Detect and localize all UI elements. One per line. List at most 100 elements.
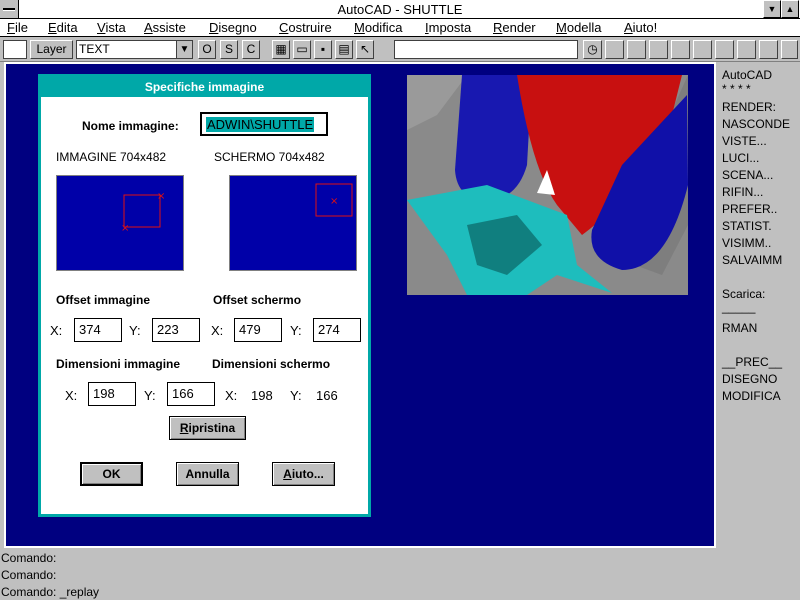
screen-offset-x-field[interactable]: 479 (234, 318, 282, 342)
side-item-nasconde[interactable]: NASCONDE (722, 117, 790, 131)
menu-disegno[interactable]: Disegno (209, 20, 257, 35)
menu-imposta-label: mposta (428, 20, 472, 35)
menu-costruire-label: ostruire (288, 20, 332, 35)
layer-dropdown[interactable]: TEXT ▼ (76, 40, 193, 59)
side-item-visimm[interactable]: VISIMM.. (722, 236, 771, 250)
screen-offset-x-label: X: (211, 323, 224, 338)
menu-aiuto[interactable]: Aiuto! (624, 20, 657, 35)
side-item-autocad[interactable]: AutoCAD (722, 68, 772, 82)
menu-edita[interactable]: Edita (48, 20, 78, 35)
minimize-button[interactable]: ▼ (763, 0, 781, 18)
menu-vista-label: ista (105, 20, 126, 35)
maximize-button[interactable]: ▲ (781, 0, 799, 18)
screen-size-label: Dimensioni schermo (212, 357, 331, 371)
image-size-y-field[interactable]: 166 (167, 382, 215, 406)
command-line-area[interactable]: Comando: Comando: Comando: _replay (0, 548, 800, 600)
side-item-statist[interactable]: STATIST. (722, 219, 772, 233)
toolbar: Layer TEXT ▼ O S C ▦ ▭ ▪ ▤ ↖ ◷ (0, 37, 800, 62)
reset-button[interactable]: Ripristina (169, 416, 246, 440)
side-item-scarica[interactable]: Scarica: (722, 287, 765, 301)
side-item-prec[interactable]: __PREC__ (722, 355, 782, 369)
image-preview[interactable]: × × (56, 175, 184, 271)
screen-preview[interactable]: × (229, 175, 357, 271)
toolbar-slot-7[interactable] (737, 40, 756, 59)
side-item-salvaimm[interactable]: SALVAIMM (722, 253, 782, 267)
menu-render[interactable]: Render (493, 20, 536, 35)
command-toolbar-field[interactable] (394, 40, 578, 59)
image-offset-y-field[interactable]: 223 (152, 318, 200, 342)
side-item-modifica[interactable]: MODIFICA (722, 389, 781, 403)
image-name-field[interactable]: ADWIN\SHUTTLE (200, 112, 328, 136)
clock-icon[interactable]: ◷ (583, 40, 602, 59)
side-item-scena[interactable]: SCENA... (722, 168, 773, 182)
toolbar-slot-4[interactable] (671, 40, 690, 59)
menu-assiste[interactable]: Assiste (144, 20, 186, 35)
menu-edita-accel: E (48, 20, 57, 35)
help-button[interactable]: Aiuto... (272, 462, 335, 486)
side-item-viste[interactable]: VISTE... (722, 134, 767, 148)
screen-preview-frame: × (315, 183, 353, 217)
menu-file[interactable]: File (7, 20, 28, 35)
dropdown-arrow-icon[interactable]: ▼ (176, 41, 192, 58)
grid-tool-icon[interactable]: ▦ (272, 40, 290, 59)
menu-modella-accel: M (556, 20, 567, 35)
menu-disegno-label: isegno (218, 20, 257, 35)
menu-imposta[interactable]: Imposta (425, 20, 471, 35)
side-item-render[interactable]: RENDER: (722, 100, 776, 114)
layer-button[interactable]: Layer (30, 40, 73, 59)
toolbar-slot-3[interactable] (649, 40, 668, 59)
rendered-image (407, 75, 688, 295)
toolbar-slot-1[interactable] (605, 40, 624, 59)
image-size-x-field[interactable]: 198 (88, 382, 136, 406)
menu-file-label: ile (14, 20, 28, 35)
ortho-toggle[interactable]: O (198, 40, 216, 59)
menu-modifica-accel: M (354, 20, 365, 35)
help-button-label: iuto... (291, 467, 324, 481)
dialog-title: Specifiche immagine (41, 77, 368, 97)
image-offset-y-label: Y: (129, 323, 141, 338)
print-icon[interactable]: ▤ (335, 40, 353, 59)
side-item-luci[interactable]: LUCI... (722, 151, 759, 165)
side-item-disegno[interactable]: DISEGNO (722, 372, 777, 386)
menu-assiste-accel: A (144, 20, 153, 35)
side-item-prefer[interactable]: PREFER.. (722, 202, 777, 216)
pointer-icon[interactable]: ↖ (356, 40, 374, 59)
toolbar-slot-9[interactable] (781, 40, 798, 59)
save-disk-icon[interactable]: ▪ (314, 40, 332, 59)
screen-offset-label: Offset schermo (213, 293, 302, 307)
menu-vista[interactable]: Vista (97, 20, 126, 35)
screen-size-x-label: X: (225, 388, 238, 403)
coords-toggle[interactable]: C (242, 40, 260, 59)
image-spec-dialog: Specifiche immagine Nome immagine: ADWIN… (38, 74, 371, 517)
side-item-rman[interactable]: RMAN (722, 321, 757, 335)
open-folder-icon[interactable]: ▭ (293, 40, 311, 59)
image-offset-x-field[interactable]: 374 (74, 318, 122, 342)
toolbar-slot-6[interactable] (715, 40, 734, 59)
corner-mark-icon: × (157, 191, 165, 202)
image-dims-label: IMMAGINE 704x482 (56, 150, 167, 164)
screen-dims-label: SCHERMO 704x482 (214, 150, 325, 164)
menu-aiuto-accel: A (624, 20, 633, 35)
menu-modella[interactable]: Modella (556, 20, 602, 35)
toolbar-slot-8[interactable] (759, 40, 778, 59)
menu-modella-label: odella (566, 20, 602, 35)
screen-offset-y-field[interactable]: 274 (313, 318, 361, 342)
image-size-y-label: Y: (144, 388, 156, 403)
snap-toggle[interactable]: S (220, 40, 238, 59)
toolbar-slot-2[interactable] (627, 40, 646, 59)
menu-modifica[interactable]: Modifica (354, 20, 402, 35)
help-button-accel: A (283, 467, 292, 481)
toolbar-slot-5[interactable] (693, 40, 712, 59)
menu-costruire[interactable]: Costruire (279, 20, 332, 35)
cancel-button[interactable]: Annulla (176, 462, 239, 486)
menu-file-accel: F (7, 20, 15, 35)
command-prompt-line: Comando: _replay (1, 585, 100, 599)
ok-button[interactable]: OK (80, 462, 143, 486)
image-preview-frame: × × (121, 191, 165, 234)
side-item-rifin[interactable]: RIFIN... (722, 185, 763, 199)
side-item-stars[interactable]: * * * * (722, 82, 751, 96)
layer-color-swatch[interactable] (3, 40, 27, 59)
screen-size-x-value: 198 (251, 388, 273, 403)
shuttle-render (407, 75, 688, 295)
image-size-x-label: X: (65, 388, 78, 403)
